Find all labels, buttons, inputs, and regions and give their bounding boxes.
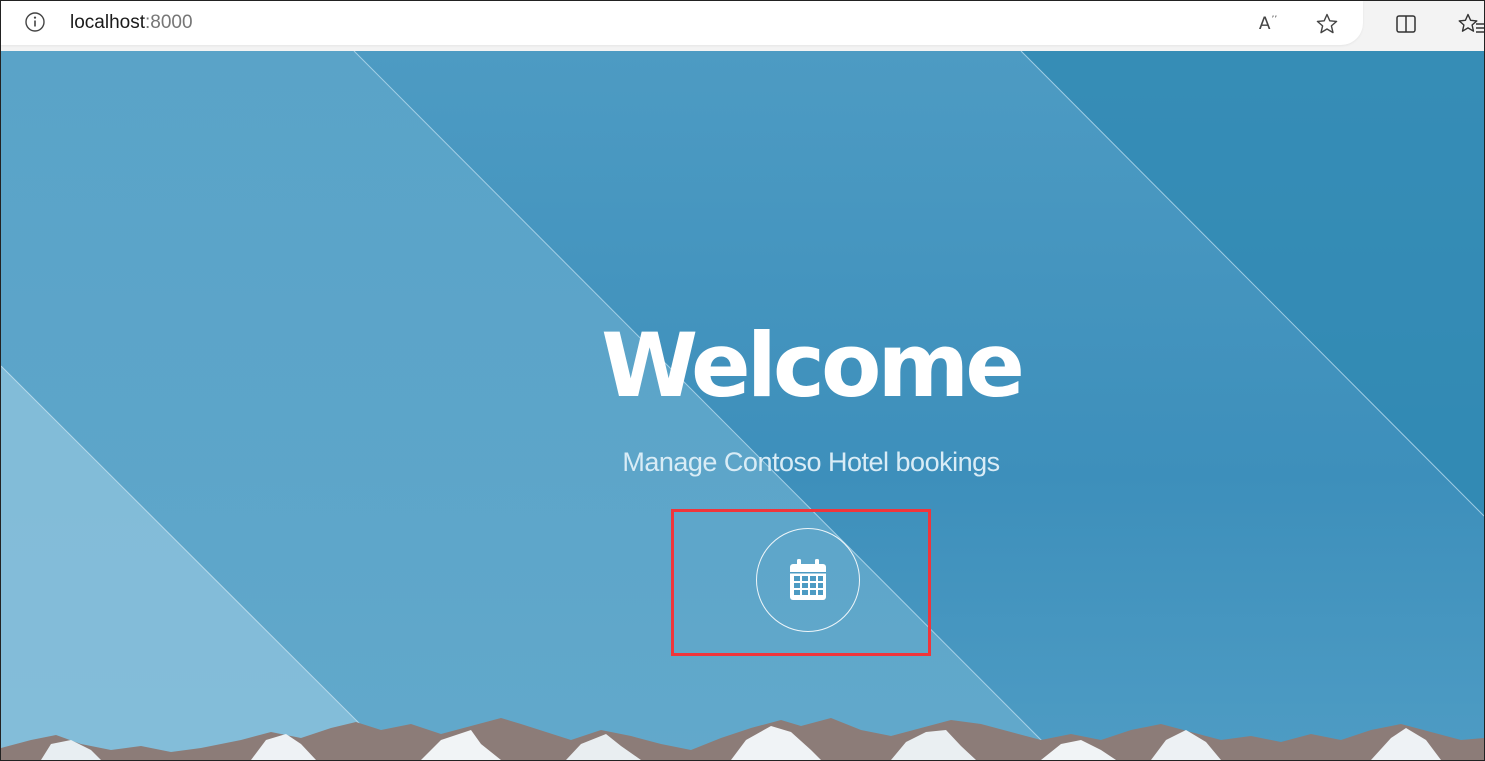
page-title: Welcome	[601, 314, 1025, 417]
bookings-calendar-button[interactable]	[756, 528, 860, 632]
favorites-icon	[1458, 13, 1484, 33]
hero-section: Welcome Manage Contoso Hotel bookings	[1, 51, 1484, 760]
read-aloud-button[interactable]: Aʼʼ	[1254, 10, 1282, 38]
browser-window: localhost:8000 Aʼʼ Welcome Manage Contos…	[0, 0, 1485, 761]
url-port: :8000	[145, 12, 193, 33]
calendar-icon	[790, 559, 826, 600]
url-text[interactable]: localhost:8000	[70, 12, 193, 34]
split-screen-icon	[1396, 15, 1416, 33]
page-subtitle: Manage Contoso Hotel bookings	[622, 447, 1000, 477]
browser-toolbar: localhost:8000 Aʼʼ	[1, 1, 1484, 51]
address-bar[interactable]: localhost:8000 Aʼʼ	[1, 1, 1363, 45]
read-aloud-letter: A	[1258, 14, 1271, 34]
read-aloud-icon: Aʼʼ	[1259, 14, 1277, 34]
favorite-button[interactable]	[1313, 10, 1341, 38]
mountain-range	[1, 718, 1484, 760]
info-icon[interactable]	[25, 12, 45, 32]
read-aloud-waves: ʼʼ	[1271, 15, 1278, 26]
url-host: localhost	[70, 12, 145, 33]
split-screen-button[interactable]	[1392, 10, 1420, 38]
star-icon	[1316, 13, 1338, 34]
favorites-button[interactable]	[1458, 10, 1484, 38]
